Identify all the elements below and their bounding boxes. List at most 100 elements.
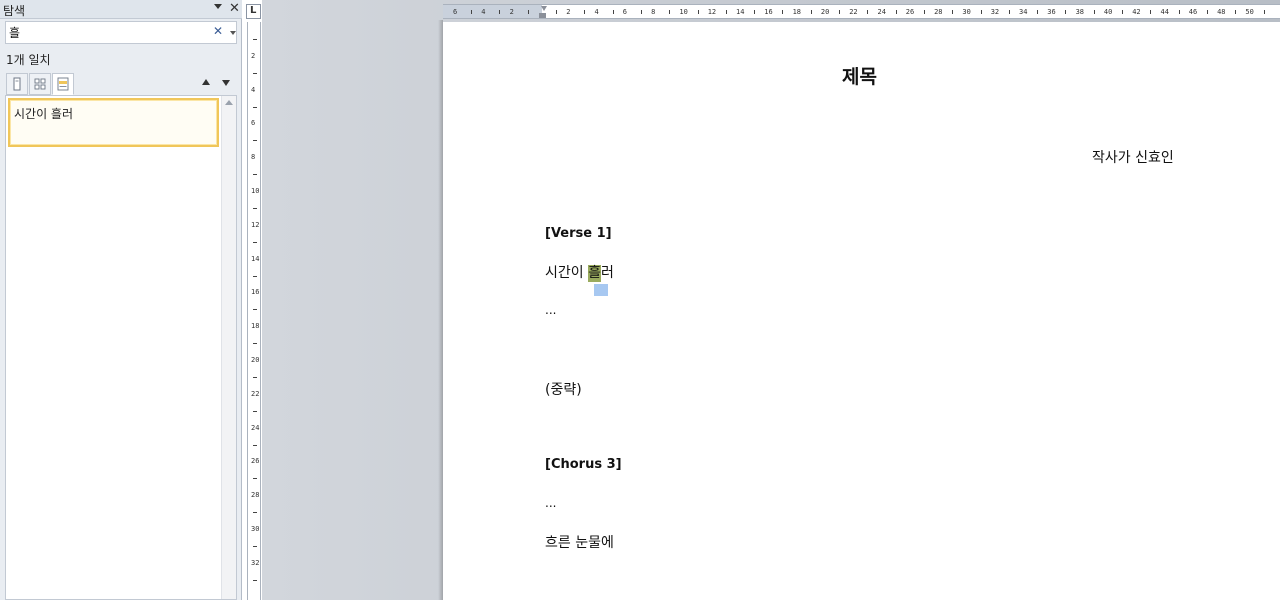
ruler-label: 32 xyxy=(251,558,260,567)
ruler-tick xyxy=(640,10,642,14)
ruler-tick xyxy=(1235,10,1237,14)
ruler-tick xyxy=(253,106,257,108)
ruler-tick xyxy=(697,10,699,14)
ruler-tick xyxy=(1122,10,1124,14)
selection-cursor xyxy=(594,284,608,296)
ruler-label: 2 xyxy=(251,51,256,60)
ruler-label: 32 xyxy=(990,8,1000,16)
search-match-highlight: 흘 xyxy=(588,265,601,282)
ruler-label: 24 xyxy=(251,423,260,432)
ruler-label: 28 xyxy=(934,8,943,16)
ruler-label: 2 xyxy=(509,8,514,16)
previous-result-icon[interactable] xyxy=(202,79,210,85)
chorus3-lyric-line: 흐른 눈물에 xyxy=(545,535,614,551)
ruler-label: 30 xyxy=(962,8,971,16)
ruler-label: 18 xyxy=(251,322,260,331)
page-thumbnail-icon xyxy=(13,77,21,91)
ruler-label: 6 xyxy=(453,8,458,16)
vertical-ruler[interactable]: 2 4 6 8 10 12 14 16 18 20 22 24 26 28 30 32 xyxy=(247,22,261,600)
chevron-down-icon[interactable] xyxy=(214,4,222,9)
tab-results[interactable] xyxy=(52,73,74,95)
horizontal-ruler[interactable]: 6 4 2 2 4 6 8 10 12 14 16 18 20 22 24 26 28 30 32 34 36 38 40 4… xyxy=(443,4,1280,19)
ruler-tick xyxy=(1178,10,1180,14)
verse1-header: [Verse 1] xyxy=(545,226,612,241)
ruler-tick xyxy=(253,275,257,277)
document-page[interactable]: 제목 작사가 신효인 [Verse 1] 시간이 흘러 ... (중략) [Ch… xyxy=(443,22,1280,600)
search-box: ✕ xyxy=(5,21,237,44)
ruler-tick xyxy=(253,309,257,311)
ruler-label: 12 xyxy=(707,8,717,16)
ruler-tick xyxy=(253,478,257,480)
ruler-label: 16 xyxy=(764,8,773,16)
ruler-label: 22 xyxy=(849,8,858,16)
ruler-label: 44 xyxy=(1160,8,1169,16)
ruler-tick xyxy=(253,174,257,176)
ruler-label: 46 xyxy=(1188,8,1198,16)
results-scrollbar[interactable] xyxy=(221,96,236,599)
search-result-item[interactable]: 시간이 흘러 xyxy=(8,98,219,147)
ruler-label: 42 xyxy=(1132,8,1141,16)
lyric-text-after: 러 xyxy=(600,265,614,281)
ruler-tick xyxy=(612,10,614,14)
left-indent-marker[interactable] xyxy=(539,13,546,18)
ruler-label: 4 xyxy=(481,8,486,16)
chorus3-ellipsis: ... xyxy=(545,496,557,510)
match-count-label: 1개 일치 xyxy=(6,53,51,67)
ruler-label: 26 xyxy=(905,8,915,16)
ruler-label: 28 xyxy=(251,491,260,500)
ruler-label: 4 xyxy=(251,85,256,94)
navigation-pane: 탐색 ✕ ✕ 1개 일치 시간이 흘러 xyxy=(0,0,242,600)
ruler-label: 20 xyxy=(820,8,830,16)
ruler-label: 48 xyxy=(1217,8,1226,16)
nav-pane-title: 탐색 xyxy=(3,4,26,18)
ruler-tick xyxy=(253,207,257,209)
ruler-tick xyxy=(253,579,257,581)
ruler-tick xyxy=(1263,10,1265,14)
lyric-text-before: 시간이 xyxy=(545,265,589,281)
ruler-tick xyxy=(1150,10,1152,14)
tab-selector-button[interactable]: L xyxy=(246,4,261,19)
ruler-tick xyxy=(669,10,671,14)
ruler-label: 22 xyxy=(251,389,260,398)
ruler-tick xyxy=(253,512,257,514)
ruler-tick xyxy=(253,376,257,378)
ruler-tick xyxy=(253,241,257,243)
ruler-tick xyxy=(1037,10,1039,14)
tab-selector-label: L xyxy=(250,5,257,16)
ruler-label: 14 xyxy=(736,8,745,16)
ruler-tick xyxy=(754,10,756,14)
first-line-indent-marker[interactable] xyxy=(541,6,547,11)
ruler-tick xyxy=(253,410,257,412)
ruler-label: 50 xyxy=(1245,8,1254,16)
grid-icon xyxy=(34,78,46,90)
ruler-label: 20 xyxy=(251,356,260,364)
ruler-tick xyxy=(923,10,925,14)
ruler-label: 4 xyxy=(594,8,599,16)
ruler-tick xyxy=(527,10,529,14)
tab-pages[interactable] xyxy=(29,73,51,95)
ruler-label: 30 xyxy=(251,525,260,533)
document-title: 제목 xyxy=(842,66,877,88)
results-panel: 시간이 흘러 xyxy=(5,95,237,600)
ruler-tick xyxy=(253,343,257,345)
clear-search-icon[interactable]: ✕ xyxy=(213,24,223,38)
next-result-icon[interactable] xyxy=(222,80,230,86)
ruler-tick xyxy=(584,10,586,14)
ruler-tick xyxy=(839,10,841,14)
document-author: 작사가 신효인 xyxy=(1092,150,1174,166)
tab-headings[interactable] xyxy=(6,73,28,95)
ruler-label: 24 xyxy=(877,8,886,16)
search-options-chevron-icon[interactable] xyxy=(230,31,236,35)
close-icon[interactable]: ✕ xyxy=(229,1,240,16)
ruler-tick xyxy=(499,10,501,14)
ruler-label: 2 xyxy=(566,8,571,16)
search-input[interactable] xyxy=(9,24,209,41)
verse1-lyric-line: 시간이 흘러 xyxy=(545,262,614,282)
ruler-tick xyxy=(725,10,727,14)
ruler-label: 10 xyxy=(251,187,260,195)
ruler-tick xyxy=(980,10,982,14)
scroll-up-icon[interactable] xyxy=(225,100,233,105)
ruler-tick xyxy=(1093,10,1095,14)
ruler-tick xyxy=(471,10,473,14)
ruler-label: 14 xyxy=(251,254,260,263)
